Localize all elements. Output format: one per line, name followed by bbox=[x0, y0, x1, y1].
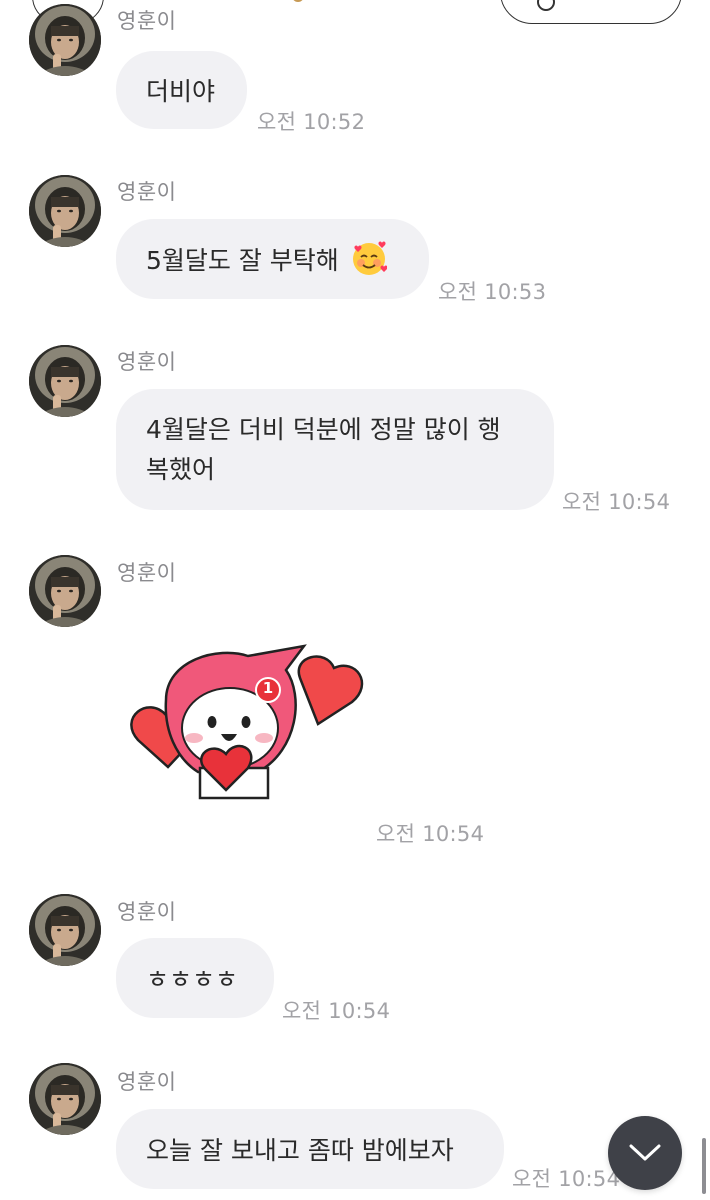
avatar[interactable] bbox=[29, 4, 101, 76]
message-bubble[interactable]: ㅎㅎㅎㅎ bbox=[116, 938, 274, 1018]
message-bubble[interactable]: 5월달도 잘 부탁해 bbox=[116, 219, 429, 299]
avatar[interactable] bbox=[29, 175, 101, 247]
message-text: 더비야 bbox=[146, 77, 216, 106]
message-time: 오전 10:54 bbox=[376, 822, 485, 846]
sender-name: 영훈이 bbox=[117, 900, 177, 924]
message-bubble[interactable]: 오늘 잘 보내고 좀따 밤에보자 bbox=[116, 1109, 504, 1189]
header-emoji-fragment bbox=[292, 0, 304, 2]
scroll-to-bottom-button[interactable] bbox=[608, 1116, 682, 1190]
sender-name: 영훈이 bbox=[117, 9, 177, 33]
sender-name: 영훈이 bbox=[117, 561, 177, 585]
message-text: 5월달도 잘 부탁해 bbox=[146, 246, 339, 275]
message-time: 오전 10:54 bbox=[562, 490, 671, 514]
sender-name: 영훈이 bbox=[117, 350, 177, 374]
message-bubble[interactable]: 4월달은 더비 덕분에 정말 많이 행 복했어 bbox=[116, 389, 554, 510]
message-text-line: 복했어 bbox=[146, 454, 216, 484]
message-time: 오전 10:53 bbox=[438, 280, 547, 304]
smiling-face-with-hearts-icon bbox=[351, 241, 388, 277]
avatar[interactable] bbox=[29, 555, 101, 627]
message-time: 오전 10:54 bbox=[282, 999, 391, 1023]
search-icon bbox=[537, 0, 555, 11]
search-button[interactable] bbox=[500, 0, 682, 24]
message-text-line: 4월달은 더비 덕분에 정말 많이 행 bbox=[146, 414, 501, 444]
message-text: 오늘 잘 보내고 좀따 밤에보자 bbox=[146, 1136, 454, 1165]
sender-name: 영훈이 bbox=[117, 180, 177, 204]
avatar[interactable] bbox=[29, 894, 101, 966]
message-bubble[interactable]: 더비야 bbox=[116, 51, 247, 129]
scrollbar[interactable] bbox=[702, 1138, 706, 1194]
avatar[interactable] bbox=[29, 345, 101, 417]
sticker-image[interactable]: 1 bbox=[118, 640, 368, 810]
sender-name: 영훈이 bbox=[117, 1070, 177, 1094]
message-time: 오전 10:54 bbox=[512, 1167, 621, 1191]
message-text: ㅎㅎㅎㅎ bbox=[146, 965, 239, 994]
chevron-down-icon bbox=[629, 1144, 661, 1161]
avatar[interactable] bbox=[29, 1063, 101, 1135]
message-time: 오전 10:52 bbox=[257, 110, 366, 134]
sticker-badge-number: 1 bbox=[262, 679, 274, 697]
